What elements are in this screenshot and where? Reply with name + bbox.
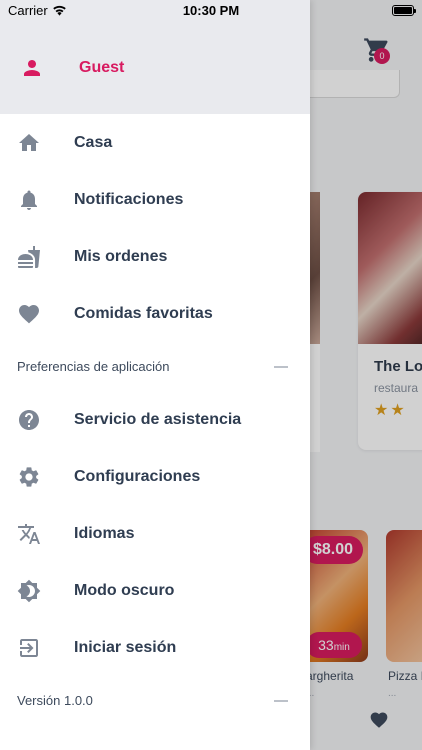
gear-icon — [19, 467, 39, 487]
menu-item-label: Idiomas — [74, 525, 135, 542]
brightness-icon — [17, 579, 41, 603]
menu-item-configuraciones[interactable]: Configuraciones — [0, 453, 310, 501]
menu-item-servicio-asistencia[interactable]: Servicio de asistencia — [0, 396, 310, 444]
home-icon — [19, 134, 39, 151]
navigation-drawer: Guest Casa Notificaciones Mis ordenes Co… — [0, 0, 310, 750]
help-icon — [19, 410, 39, 430]
menu-item-idiomas[interactable]: Idiomas — [0, 510, 310, 558]
preferences-section-header[interactable]: Preferencias de aplicación — [0, 352, 310, 382]
user-name: Guest — [79, 59, 125, 76]
fastfood-icon — [18, 246, 40, 268]
menu-item-casa[interactable]: Casa — [0, 119, 310, 167]
menu-item-label: Comidas favoritas — [74, 305, 213, 322]
menu-item-label: Mis ordenes — [74, 248, 168, 265]
translate-icon — [18, 524, 40, 544]
status-bar: Carrier 10:30 PM — [0, 0, 422, 22]
collapse-icon — [274, 366, 288, 368]
menu-item-comidas-favoritas[interactable]: Comidas favoritas — [0, 290, 310, 338]
menu-item-mis-ordenes[interactable]: Mis ordenes — [0, 233, 310, 281]
menu-item-label: Configuraciones — [74, 468, 201, 485]
menu-item-iniciar-sesion[interactable]: Iniciar sesión — [0, 624, 310, 672]
menu-item-label: Casa — [74, 134, 113, 151]
person-icon — [24, 60, 40, 76]
menu-item-label: Iniciar sesión — [74, 639, 177, 656]
user-profile-row[interactable]: Guest — [0, 44, 310, 92]
heart-icon — [19, 305, 39, 324]
menu-item-modo-oscuro[interactable]: Modo oscuro — [0, 567, 310, 615]
section-title: Preferencias de aplicación — [17, 359, 170, 374]
app-version: Versión 1.0.0 — [17, 693, 93, 708]
menu-item-label: Modo oscuro — [74, 582, 175, 599]
login-icon — [20, 639, 38, 657]
bell-icon — [21, 190, 37, 210]
clock: 10:30 PM — [182, 3, 240, 18]
menu-item-notificaciones[interactable]: Notificaciones — [0, 176, 310, 224]
menu-item-label: Servicio de asistencia — [74, 411, 242, 428]
version-row: Versión 1.0.0 — [0, 686, 310, 716]
menu-item-label: Notificaciones — [74, 191, 184, 208]
divider-dash — [274, 700, 288, 702]
battery-icon — [392, 5, 416, 16]
